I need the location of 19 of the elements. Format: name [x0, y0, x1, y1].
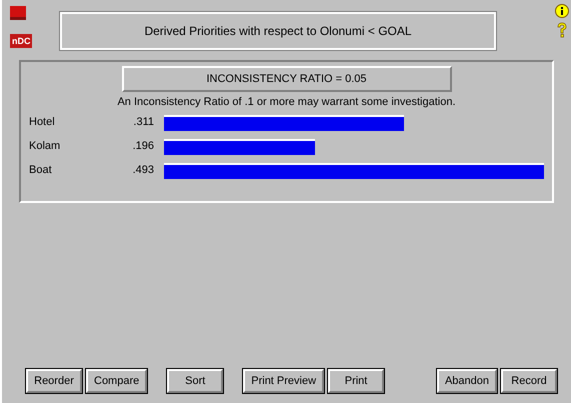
- help-icon[interactable]: [556, 22, 568, 38]
- action-button[interactable]: Compare: [86, 369, 148, 393]
- alternative-name: Kolam: [29, 139, 62, 154]
- inconsistency-ratio: INCONSISTENCY RATIO = 0.05: [122, 66, 452, 92]
- action-button[interactable]: Print Preview: [243, 369, 324, 393]
- inconsistency-note: An Inconsistency Ratio of .1 or more may warrant some investigation.: [117, 95, 456, 110]
- action-button[interactable]: Print: [328, 369, 384, 393]
- logo-badge[interactable]: nDC: [10, 34, 32, 48]
- alternative-name: Boat: [29, 163, 53, 178]
- action-button[interactable]: Record: [501, 369, 557, 393]
- action-button[interactable]: Abandon: [436, 369, 497, 393]
- action-button[interactable]: Reorder: [26, 369, 82, 393]
- info-icon[interactable]: [555, 4, 569, 18]
- alternative-name: Hotel: [29, 115, 56, 130]
- action-button[interactable]: Sort: [167, 369, 224, 393]
- priority-value: .196: [132, 139, 155, 154]
- window-title: Derived Priorities with respect to Olonumi < GOAL: [60, 12, 496, 50]
- priority-value: .311: [132, 115, 155, 130]
- priority-value: .493: [132, 163, 155, 178]
